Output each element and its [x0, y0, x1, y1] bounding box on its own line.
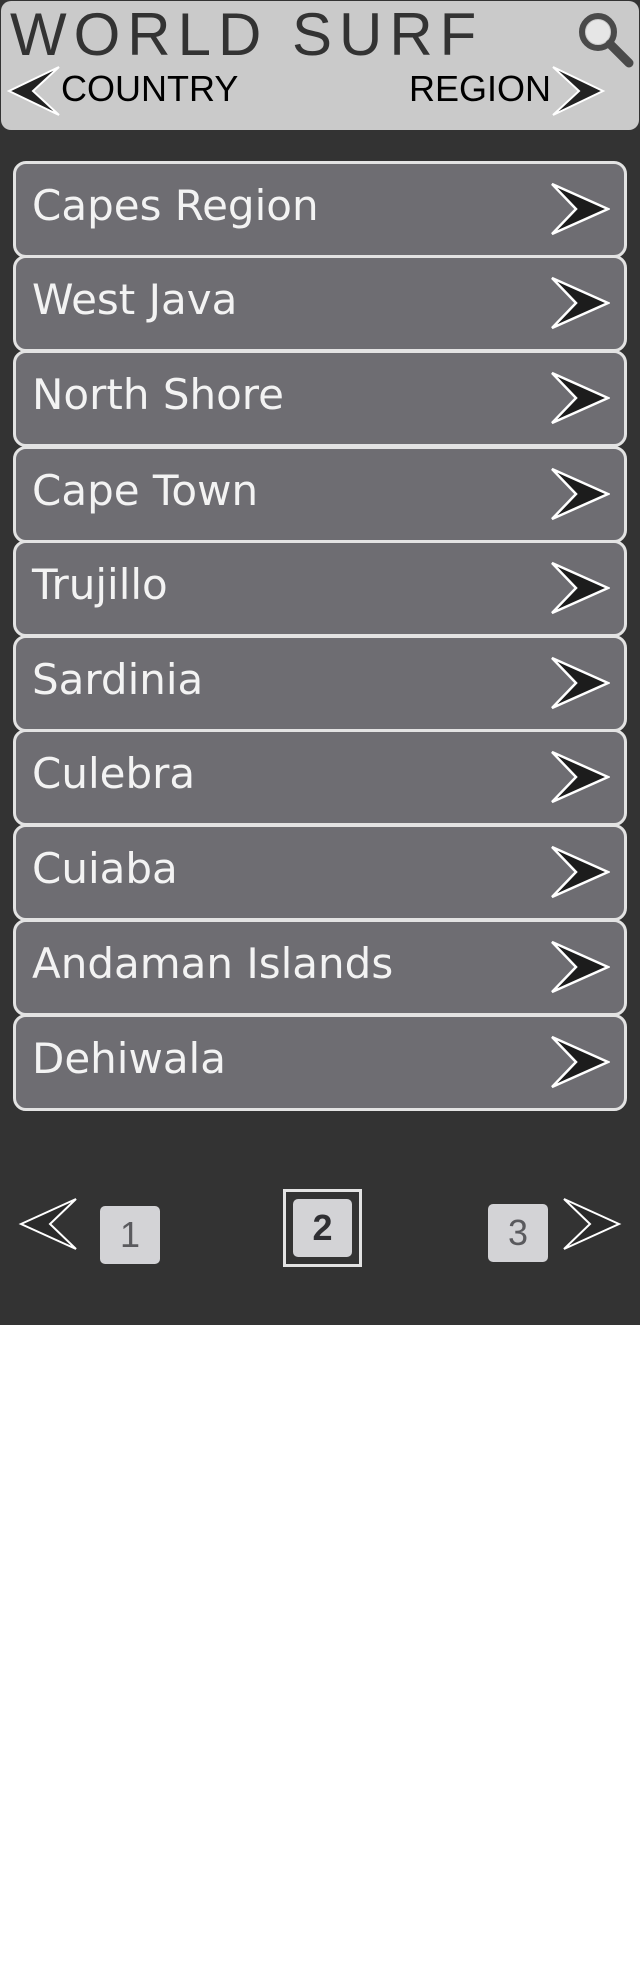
chevron-right-icon [551, 1035, 610, 1089]
list-item[interactable]: Trujillo [13, 540, 627, 637]
main-panel: WORLD SURF COUNTRY REGION Capes Region W… [0, 0, 640, 1325]
arrow-right-icon [552, 66, 606, 116]
list-item[interactable]: Culebra [13, 729, 627, 826]
chevron-right-icon [551, 182, 610, 236]
chevron-right-icon [551, 940, 610, 994]
prev-nav-label: COUNTRY [61, 68, 239, 109]
list-item[interactable]: Capes Region [13, 161, 627, 258]
chevron-right-icon [551, 656, 610, 710]
search-button[interactable] [575, 9, 635, 69]
list-item[interactable]: Cuiaba [13, 824, 627, 921]
list-item-label: Culebra [32, 749, 196, 798]
next-region-button[interactable]: REGION [401, 63, 611, 119]
chevron-right-icon [551, 276, 610, 330]
list-item-label: Sardinia [32, 655, 204, 704]
list-item[interactable]: North Shore [13, 350, 627, 447]
next-page-button[interactable] [560, 1196, 622, 1252]
next-nav-label: REGION [409, 68, 552, 109]
list-item-label: North Shore [32, 370, 284, 419]
list-item-label: Dehiwala [32, 1034, 226, 1083]
list-item-label: Capes Region [32, 181, 319, 230]
list-item-label: Cuiaba [32, 844, 178, 893]
list-item[interactable]: Sardinia [13, 635, 627, 732]
app-root: WORLD SURF COUNTRY REGION Capes Region W… [0, 0, 640, 1981]
list-item-label: West Java [32, 275, 238, 324]
search-icon [579, 13, 634, 68]
chevron-right-icon [551, 371, 610, 425]
page-1-button[interactable]: 1 [100, 1206, 160, 1264]
page-2-button[interactable]: 2 [293, 1199, 352, 1257]
prev-page-button[interactable] [18, 1196, 80, 1252]
list-item[interactable]: Cape Town [13, 446, 627, 543]
list-item-label: Andaman Islands [32, 939, 394, 988]
chevron-right-icon [551, 750, 610, 804]
list-item[interactable]: West Java [13, 255, 627, 352]
chevron-right-icon [551, 845, 610, 899]
list-item[interactable]: Dehiwala [13, 1014, 627, 1111]
list-item-label: Trujillo [32, 560, 168, 609]
prev-country-button[interactable]: COUNTRY [5, 63, 245, 119]
arrow-left-icon [6, 66, 60, 116]
list-item[interactable]: Andaman Islands [13, 919, 627, 1016]
page-3-button[interactable]: 3 [488, 1204, 548, 1262]
list-item-label: Cape Town [32, 466, 259, 515]
header-bar: WORLD SURF COUNTRY REGION [1, 1, 639, 130]
app-title: WORLD SURF [10, 1, 484, 68]
chevron-right-icon [551, 561, 610, 615]
chevron-right-icon [551, 467, 610, 521]
